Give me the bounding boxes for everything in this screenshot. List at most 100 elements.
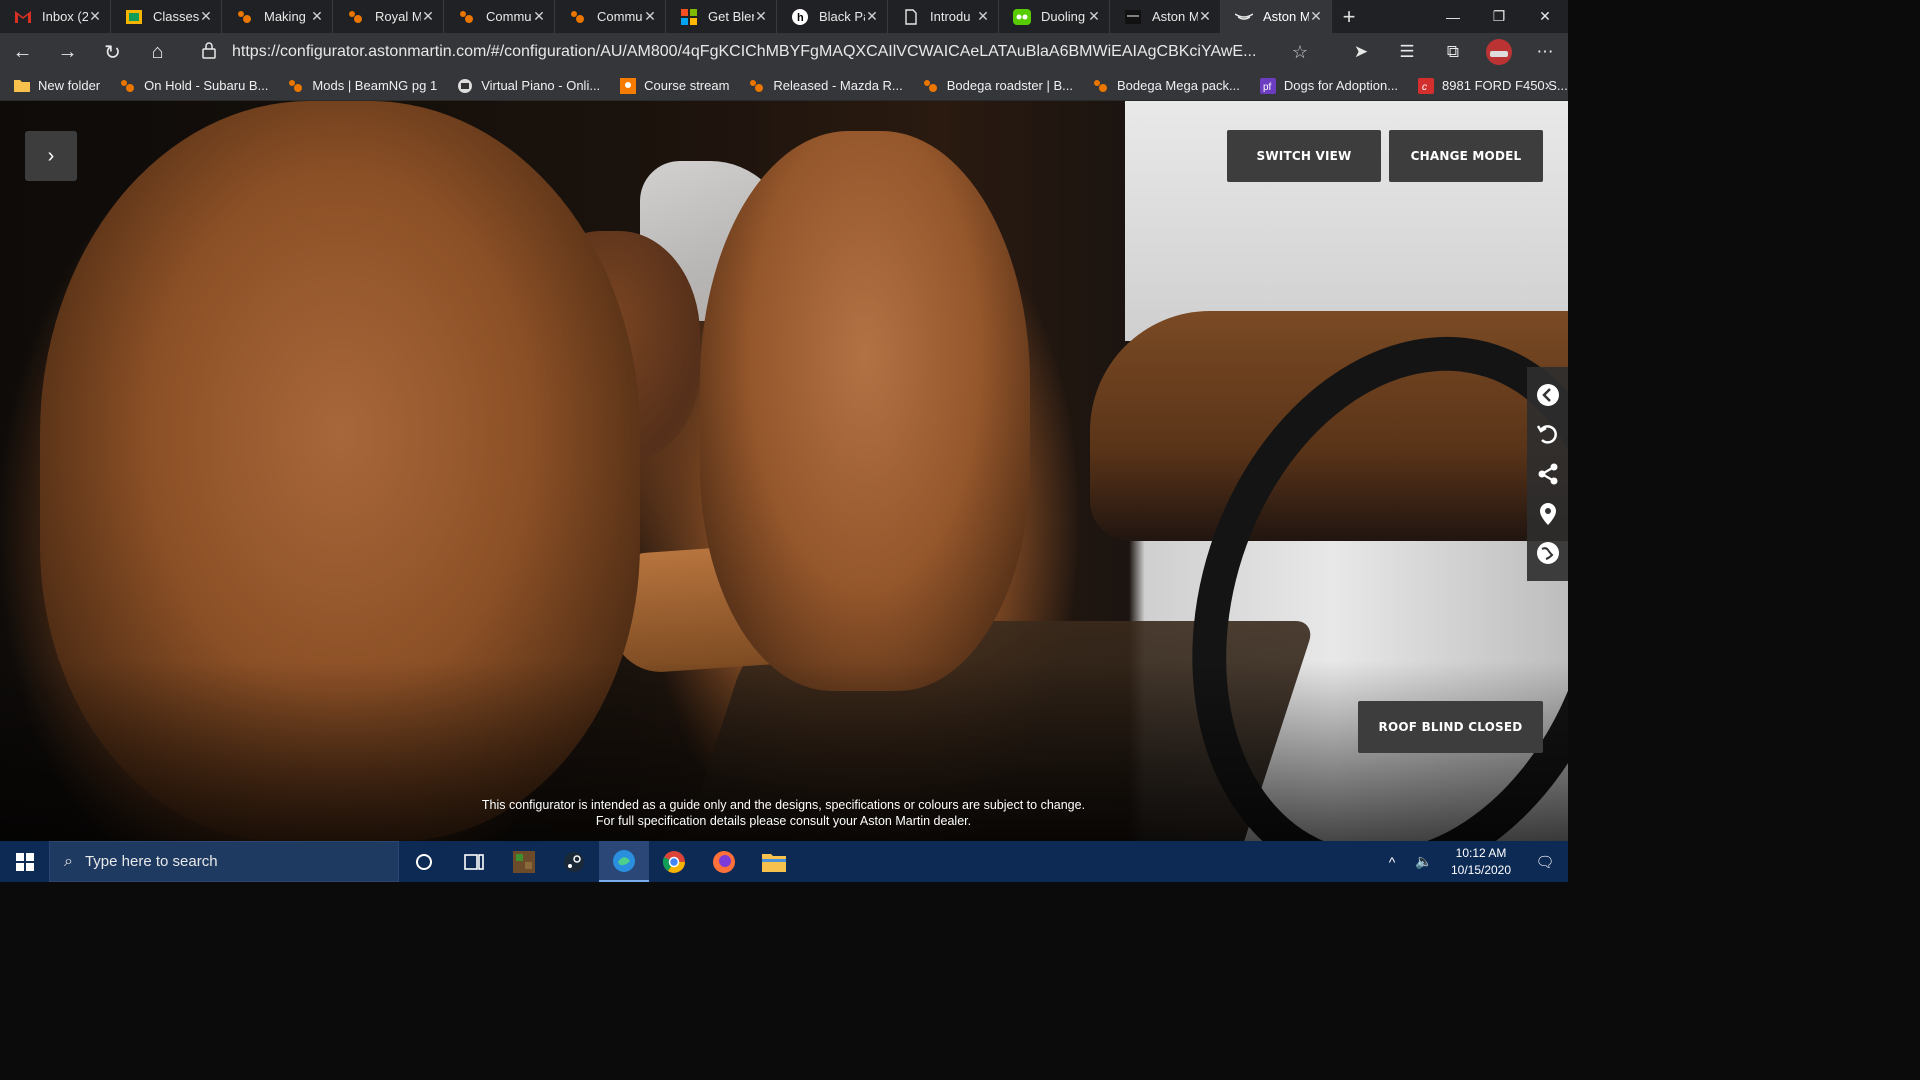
collections-icon[interactable]: ⧉ [1430, 33, 1476, 71]
close-tab-icon[interactable]: ✕ [1087, 8, 1101, 25]
close-tab-icon[interactable]: ✕ [976, 8, 990, 25]
tab-making[interactable]: Making ✕ [222, 0, 333, 33]
clock[interactable]: 10:12 AM 10/15/2020 [1440, 845, 1522, 879]
bookmarks-bar: New folder On Hold - Subaru B... Mods | … [0, 71, 1568, 101]
bookmark-bodega-roadster[interactable]: Bodega roadster | B... [923, 78, 1073, 94]
tab-title: Inbox (2 [42, 9, 88, 24]
bookmark-new-folder[interactable]: New folder [14, 78, 100, 94]
h-icon: h [791, 8, 809, 26]
task-view-icon[interactable] [449, 841, 499, 882]
tab-title: Commu [597, 9, 643, 24]
restore-icon[interactable]: ❐ [1476, 0, 1522, 33]
tab-classes[interactable]: Classes ✕ [111, 0, 222, 33]
favorites-list-icon[interactable]: ☰ [1384, 33, 1430, 71]
volume-icon[interactable]: 🔈 [1408, 853, 1440, 870]
tab-black-pa[interactable]: h Black Pa ✕ [777, 0, 888, 33]
globe-icon[interactable] [1534, 539, 1562, 567]
file-explorer-icon[interactable] [749, 841, 799, 882]
tab-community-1[interactable]: Commu ✕ [444, 0, 555, 33]
aston-martin-wings-icon [1235, 8, 1253, 26]
close-tab-icon[interactable]: ✕ [643, 8, 657, 25]
steam-icon[interactable] [549, 841, 599, 882]
close-tab-icon[interactable]: ✕ [1309, 8, 1323, 25]
bookmark-virtual-piano[interactable]: Virtual Piano - Onli... [457, 78, 600, 94]
classroom-icon [620, 77, 637, 94]
bookmark-course-stream[interactable]: Course stream [620, 77, 730, 94]
minecraft-icon[interactable] [499, 841, 549, 882]
chevron-right-icon[interactable]: › [1545, 77, 1550, 95]
tab-aston-active[interactable]: Aston M ✕ [1221, 0, 1332, 33]
change-model-button[interactable]: CHANGE MODEL [1389, 130, 1543, 182]
windows-start-icon[interactable] [0, 841, 49, 882]
bookmark-dogs-adoption[interactable]: pf Dogs for Adoption... [1259, 77, 1399, 94]
blender-icon [458, 8, 476, 26]
bookmark-label: Released - Mazda R... [773, 78, 903, 93]
minimize-icon[interactable]: — [1430, 0, 1476, 33]
back-arrow-icon[interactable]: ← [0, 33, 45, 71]
blender-icon [236, 8, 254, 26]
location-pin-icon[interactable] [1534, 500, 1562, 528]
home-icon[interactable]: ⌂ [135, 33, 180, 71]
close-window-icon[interactable]: ✕ [1522, 0, 1568, 33]
bookmark-label: Dogs for Adoption... [1283, 78, 1399, 93]
bookmark-label: Bodega roadster | B... [946, 78, 1073, 93]
bookmark-released-mazda[interactable]: Released - Mazda R... [749, 78, 903, 94]
address-bar[interactable]: https://configurator.astonmartin.com/#/c… [190, 37, 1318, 67]
bookmark-label: Course stream [644, 78, 730, 93]
show-hidden-icons-icon[interactable]: ^ [1376, 854, 1408, 870]
svg-text:c: c [1422, 82, 1427, 93]
tab-intro[interactable]: Introdu ✕ [888, 0, 999, 33]
aston-martin-icon [1124, 8, 1142, 26]
forward-arrow-icon[interactable]: → [45, 33, 90, 71]
url-text[interactable]: https://configurator.astonmartin.com/#/c… [232, 43, 1282, 61]
close-tab-icon[interactable]: ✕ [310, 8, 324, 25]
taskbar-search[interactable]: ⌕ Type here to search [49, 841, 399, 882]
chrome-icon[interactable] [649, 841, 699, 882]
firefox-icon[interactable] [699, 841, 749, 882]
microsoft-icon [680, 8, 698, 26]
tab-duolingo[interactable]: Duoling ✕ [999, 0, 1110, 33]
tab-get-blender[interactable]: Get Blen ✕ [666, 0, 777, 33]
close-tab-icon[interactable]: ✕ [532, 8, 546, 25]
favorite-star-icon[interactable]: ☆ [1282, 42, 1318, 63]
close-tab-icon[interactable]: ✕ [421, 8, 435, 25]
bookmark-bodega-mega[interactable]: Bodega Mega pack... [1093, 78, 1240, 94]
close-tab-icon[interactable]: ✕ [865, 8, 879, 25]
tab-gmail[interactable]: Inbox (2 ✕ [0, 0, 111, 33]
blender-icon [1093, 78, 1109, 94]
bookmark-label: New folder [38, 78, 101, 93]
bookmark-on-hold[interactable]: On Hold - Subaru B... [120, 78, 268, 94]
close-tab-icon[interactable]: ✕ [199, 8, 213, 25]
roof-blind-button[interactable]: ROOF BLIND CLOSED [1358, 701, 1543, 753]
tab-title: Aston M [1152, 9, 1198, 24]
expand-panel-button[interactable]: › [25, 131, 77, 181]
configurator-viewport[interactable]: › SWITCH VIEW CHANGE MODEL ROOF BLIND CL… [0, 101, 1568, 841]
side-toolbar [1527, 367, 1568, 581]
bookmark-mods[interactable]: Mods | BeamNG pg 1 [288, 78, 437, 94]
tab-title: Black Pa [819, 9, 865, 24]
tab-aston-1[interactable]: Aston M ✕ [1110, 0, 1221, 33]
svg-text:h: h [797, 12, 804, 24]
lock-icon[interactable] [202, 41, 232, 63]
cortana-icon[interactable] [399, 841, 449, 882]
switch-view-button[interactable]: SWITCH VIEW [1227, 130, 1381, 182]
profile-avatar[interactable] [1476, 33, 1522, 71]
tab-title: Making [264, 9, 306, 24]
refresh-icon[interactable]: ↻ [90, 33, 135, 71]
notifications-icon[interactable]: 🗨 [1522, 853, 1568, 871]
edge-icon[interactable] [599, 841, 649, 882]
close-tab-icon[interactable]: ✕ [88, 8, 102, 25]
undo-icon[interactable] [1534, 420, 1562, 448]
window-controls: — ❐ ✕ [1430, 0, 1568, 33]
disclaimer: This configurator is intended as a guide… [0, 797, 1568, 829]
share-icon[interactable] [1534, 460, 1562, 488]
close-tab-icon[interactable]: ✕ [1198, 8, 1212, 25]
more-options-icon[interactable]: ⋯ [1522, 33, 1568, 71]
chevron-left-icon[interactable] [1534, 381, 1562, 409]
extension-cursor-icon[interactable]: ➤ [1338, 33, 1384, 71]
new-tab-button[interactable]: + [1332, 0, 1366, 33]
tab-community-2[interactable]: Commu ✕ [555, 0, 666, 33]
tab-royal[interactable]: Royal M ✕ [333, 0, 444, 33]
browser-toolbar: ➤ ☰ ⧉ ⋯ [1338, 33, 1568, 71]
close-tab-icon[interactable]: ✕ [754, 8, 768, 25]
